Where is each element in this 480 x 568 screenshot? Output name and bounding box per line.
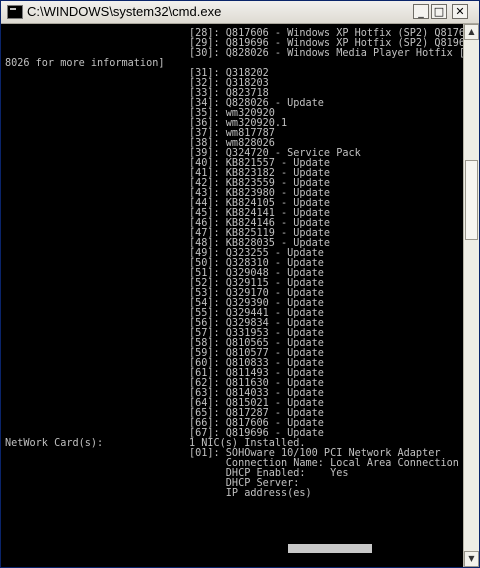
window-title: C:\WINDOWS\system32\cmd.exe xyxy=(27,4,222,19)
cmd-icon[interactable] xyxy=(7,5,23,19)
title-bar[interactable]: C:\WINDOWS\system32\cmd.exe _ □ ✕ xyxy=(1,1,479,24)
scroll-down-arrow-icon[interactable]: ▼ xyxy=(464,551,479,567)
vertical-scrollbar[interactable]: ▲ ▼ xyxy=(463,24,479,567)
console-output[interactable]: [28]: Q817606 - Windows XP Hotfix (SP2) … xyxy=(1,24,463,567)
close-button[interactable]: ✕ xyxy=(452,4,468,19)
scroll-thumb[interactable] xyxy=(465,160,478,240)
scroll-up-arrow-icon[interactable]: ▲ xyxy=(464,24,479,40)
minimize-button[interactable]: _ xyxy=(413,4,429,19)
cmd-window: C:\WINDOWS\system32\cmd.exe _ □ ✕ [28]: … xyxy=(0,0,480,568)
console-line: IP address(es) xyxy=(5,488,312,499)
dhcp-server-redaction xyxy=(288,544,372,553)
maximize-button[interactable]: □ xyxy=(431,4,447,19)
